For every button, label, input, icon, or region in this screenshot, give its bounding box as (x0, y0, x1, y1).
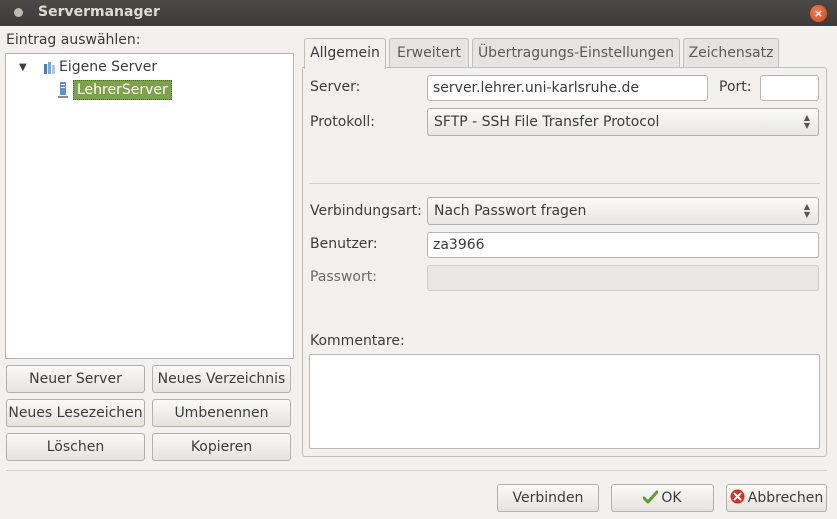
password-label: Passwort: (310, 269, 377, 285)
expand-arrow-icon[interactable]: ▼ (19, 62, 27, 73)
comments-label: Kommentare: (310, 333, 405, 349)
ok-button[interactable]: OK (611, 484, 714, 512)
tab-general[interactable]: Allgemein (304, 38, 386, 69)
tab-advanced[interactable]: Erweitert (389, 38, 469, 68)
password-input (427, 265, 819, 291)
protocol-select[interactable]: SFTP - SSH File Transfer Protocol ▲ ▼ (427, 108, 819, 136)
new-folder-button[interactable]: Neues Verzeichnis (152, 365, 291, 393)
delete-button[interactable]: Löschen (6, 433, 145, 461)
close-icon[interactable]: × (810, 5, 827, 22)
connect-button[interactable]: Verbinden (497, 484, 599, 512)
combo-updown-icon: ▲ ▼ (803, 202, 810, 219)
separator (309, 183, 820, 184)
port-input[interactable] (760, 75, 819, 101)
user-label: Benutzer: (310, 236, 378, 252)
footer-separator (6, 470, 827, 471)
protocol-value: SFTP - SSH File Transfer Protocol (434, 114, 660, 130)
combo-updown-icon: ▲ ▼ (803, 113, 810, 130)
user-input[interactable]: za3966 (427, 232, 819, 258)
cancel-button[interactable]: Abbrechen (726, 484, 827, 512)
comments-textarea[interactable] (309, 354, 820, 449)
protocol-label: Protokoll: (310, 114, 375, 130)
title-bar: Servermanager × (0, 0, 837, 26)
tab-charset[interactable]: Zeichensatz (683, 38, 779, 68)
window-title: Servermanager (38, 4, 160, 20)
cancel-label: Abbrechen (747, 490, 824, 506)
tab-transfer-settings[interactable]: Übertragungs-Einstellungen (472, 38, 680, 68)
window-icon (14, 8, 23, 17)
logon-type-label: Verbindungsart: (310, 203, 422, 219)
server-label: Server: (310, 79, 361, 95)
copy-button[interactable]: Kopieren (152, 433, 291, 461)
server-input[interactable]: server.lehrer.uni-karlsruhe.de (427, 75, 708, 101)
rename-button[interactable]: Umbenennen (152, 399, 291, 427)
new-server-button[interactable]: Neuer Server (6, 365, 145, 393)
logon-type-value: Nach Passwort fragen (434, 203, 587, 219)
tree-item-own-servers[interactable]: Eigene Server (59, 59, 157, 75)
tree-item-lehrerserver[interactable]: LehrerServer (73, 80, 172, 100)
cancel-icon (730, 489, 745, 504)
checkmark-icon (643, 490, 659, 504)
server-icon (58, 82, 68, 98)
logon-type-select[interactable]: Nach Passwort fragen ▲ ▼ (427, 197, 819, 225)
server-folder-icon (44, 62, 55, 74)
server-tree[interactable]: ▼ Eigene Server LehrerServer (5, 53, 294, 359)
ok-label: OK (661, 490, 682, 506)
port-label: Port: (719, 79, 752, 95)
new-bookmark-button[interactable]: Neues Lesezeichen (6, 399, 145, 427)
select-entry-label: Eintrag auswählen: (6, 32, 141, 48)
